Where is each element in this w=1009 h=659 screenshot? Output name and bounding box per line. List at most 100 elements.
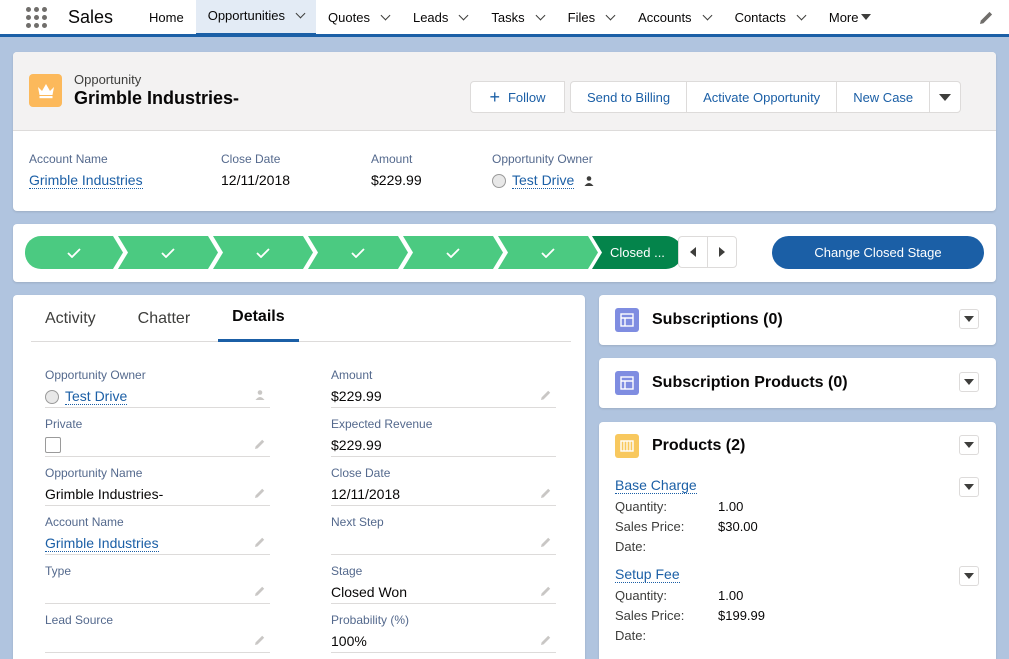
pencil-icon[interactable]	[540, 389, 552, 401]
nav-item-leads[interactable]: Leads	[401, 0, 479, 36]
record-type-label: Opportunity	[74, 72, 141, 87]
pencil-icon[interactable]	[540, 634, 552, 646]
path-step-4[interactable]	[308, 236, 408, 269]
path-step-3[interactable]	[213, 236, 313, 269]
chevron-down-icon[interactable]	[459, 10, 469, 20]
chevron-down-icon[interactable]	[535, 10, 545, 20]
tab-details[interactable]: Details	[218, 295, 298, 342]
nav-item-label: Home	[149, 10, 184, 25]
nav-item-tasks[interactable]: Tasks	[479, 0, 555, 36]
pencil-icon[interactable]	[540, 487, 552, 499]
table-icon	[615, 371, 639, 395]
product-link[interactable]: Setup Fee	[615, 566, 680, 583]
field-opportunity-name: Opportunity Name Grimble Industries-	[45, 457, 270, 506]
nav-item-label: More	[829, 10, 859, 25]
send-to-billing-button[interactable]: Send to Billing	[570, 81, 687, 113]
check-icon	[446, 248, 460, 258]
field-value: $229.99	[331, 437, 382, 453]
check-icon	[67, 248, 81, 258]
product-row-menu-button[interactable]	[959, 477, 979, 497]
highlight-amount: Amount $229.99	[371, 152, 422, 188]
path-step-6[interactable]	[498, 236, 598, 269]
chevron-down-icon[interactable]	[381, 10, 391, 20]
pencil-icon[interactable]	[977, 9, 995, 27]
related-title[interactable]: Products (2)	[652, 437, 745, 455]
caret-down-icon	[964, 442, 974, 448]
plus-icon: +	[489, 88, 500, 106]
owner-link[interactable]: Test Drive	[512, 172, 574, 189]
new-case-button[interactable]: New Case	[836, 81, 930, 113]
account-link[interactable]: Grimble Industries	[29, 172, 143, 189]
nav-item-files[interactable]: Files	[556, 0, 626, 36]
path-next-button[interactable]	[707, 236, 737, 268]
tab-chatter[interactable]: Chatter	[124, 295, 204, 342]
tab-activity[interactable]: Activity	[31, 295, 110, 342]
highlight-value: $229.99	[371, 172, 422, 188]
details-card: Activity Chatter Details Opportunity Own…	[13, 295, 585, 659]
private-checkbox[interactable]	[45, 437, 61, 453]
product-price-value: $199.99	[718, 608, 765, 623]
waffle-icon[interactable]	[24, 5, 48, 29]
nav-item-more[interactable]: More	[817, 0, 883, 36]
nav-item-home[interactable]: Home	[137, 0, 196, 36]
check-icon	[351, 248, 365, 258]
product-link[interactable]: Base Charge	[615, 477, 697, 494]
pencil-icon[interactable]	[254, 585, 266, 597]
field-amount: Amount $229.99	[331, 359, 556, 408]
related-menu-button[interactable]	[959, 309, 979, 329]
nav-item-opportunities[interactable]: Opportunities	[196, 0, 316, 36]
pencil-icon[interactable]	[540, 536, 552, 548]
change-closed-stage-label: Change Closed Stage	[814, 245, 941, 260]
pencil-icon[interactable]	[254, 438, 266, 450]
highlight-label: Account Name	[29, 152, 143, 166]
related-menu-button[interactable]	[959, 435, 979, 455]
path-step-2[interactable]	[118, 236, 218, 269]
path-previous-button[interactable]	[678, 236, 708, 268]
field-label: Expected Revenue	[331, 417, 432, 431]
change-owner-icon[interactable]	[583, 175, 595, 187]
pencil-icon[interactable]	[254, 487, 266, 499]
path-step-closed[interactable]: Closed ...	[592, 236, 682, 269]
related-menu-button[interactable]	[959, 372, 979, 392]
related-title[interactable]: Subscriptions (0)	[652, 311, 783, 329]
activate-opportunity-button[interactable]: Activate Opportunity	[686, 81, 837, 113]
highlight-owner: Opportunity Owner Test Drive	[492, 152, 595, 188]
field-type: Type	[45, 555, 270, 604]
path-nav	[678, 236, 737, 268]
global-nav: Sales Home Opportunities Quotes Leads Ta…	[0, 0, 1009, 37]
send-to-billing-label: Send to Billing	[587, 90, 670, 105]
nav-item-label: Tasks	[491, 10, 524, 25]
account-link[interactable]: Grimble Industries	[45, 535, 159, 552]
tab-label: Chatter	[138, 310, 190, 328]
field-value: Grimble Industries-	[45, 486, 163, 502]
path-step-1[interactable]	[25, 236, 123, 269]
field-opportunity-owner: Opportunity Owner Test Drive	[45, 359, 270, 408]
field-label: Close Date	[331, 466, 390, 480]
nav-item-accounts[interactable]: Accounts	[626, 0, 722, 36]
chevron-down-icon[interactable]	[796, 10, 806, 20]
change-owner-icon[interactable]	[254, 389, 266, 401]
pencil-icon[interactable]	[254, 634, 266, 646]
owner-link[interactable]: Test Drive	[65, 388, 127, 405]
record-header-top: Opportunity Grimble Industries- + Follow…	[13, 52, 996, 131]
pencil-icon[interactable]	[540, 585, 552, 597]
caret-down-icon	[939, 94, 951, 101]
chevron-down-icon[interactable]	[296, 9, 306, 19]
chevron-down-icon[interactable]	[606, 10, 616, 20]
field-close-date: Close Date 12/11/2018	[331, 457, 556, 506]
related-title[interactable]: Subscription Products (0)	[652, 374, 848, 392]
nav-item-contacts[interactable]: Contacts	[723, 0, 817, 36]
nav-item-quotes[interactable]: Quotes	[316, 0, 401, 36]
path-step-5[interactable]	[403, 236, 503, 269]
nav-item-label: Quotes	[328, 10, 370, 25]
caret-down-icon	[964, 316, 974, 322]
follow-button[interactable]: + Follow	[470, 81, 565, 113]
field-label: Private	[45, 417, 82, 431]
product-row-menu-button[interactable]	[959, 566, 979, 586]
chevron-down-icon[interactable]	[702, 10, 712, 20]
more-actions-button[interactable]	[929, 81, 961, 113]
change-closed-stage-button[interactable]: Change Closed Stage	[772, 236, 984, 269]
caret-right-icon	[719, 247, 725, 257]
pencil-icon[interactable]	[254, 536, 266, 548]
highlight-label: Close Date	[221, 152, 290, 166]
